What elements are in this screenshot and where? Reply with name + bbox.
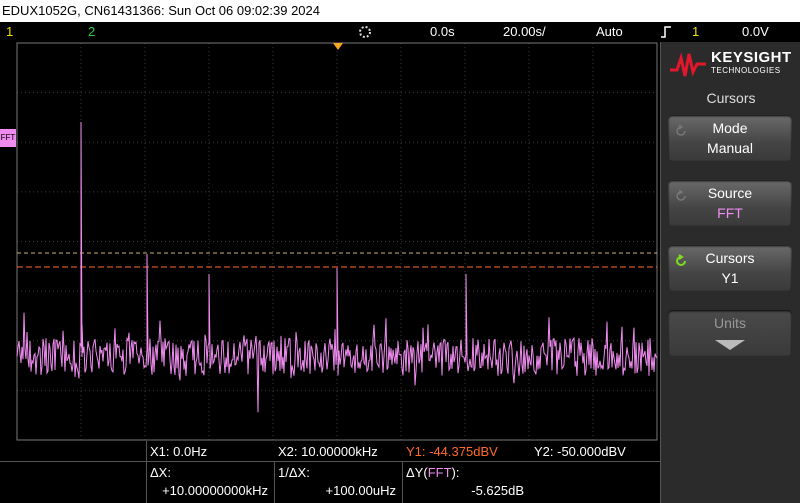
time-scale[interactable]: 20.00s/	[503, 22, 546, 42]
mode-value: Manual	[707, 140, 753, 156]
trigger-channel[interactable]: 1	[692, 22, 699, 42]
arrow-down-icon	[715, 340, 745, 350]
delta-y-label: ΔY(FFT):	[406, 465, 459, 480]
channel-1-label[interactable]: 1	[6, 22, 13, 42]
x2-readout: X2: 10.00000kHz	[278, 444, 378, 459]
inv-delta-x-value: +100.00uHz	[325, 483, 396, 498]
time-offset[interactable]: 0.0s	[430, 22, 455, 42]
fft-marker[interactable]: FFT	[0, 129, 16, 147]
y2-readout: Y2: -50.000dBV	[534, 444, 626, 459]
fft-marker-label: FFT	[0, 133, 16, 142]
delta-y-label-prefix: ΔY(	[406, 465, 428, 480]
source-label: Source	[707, 185, 753, 201]
softkey-panel: KEYSIGHT TECHNOLOGIES Cursors Mode Manua…	[660, 42, 800, 503]
cursors-label: Cursors	[705, 250, 755, 266]
source-value: FFT	[717, 205, 743, 221]
x1-readout: X1: 0.0Hz	[150, 444, 208, 459]
delta-x-label: ΔX:	[150, 465, 171, 480]
cursors-value: Y1	[721, 270, 739, 286]
graticule	[16, 42, 658, 441]
title-bar: EDUX1052G, CN61431366: Sun Oct 06 09:02:…	[0, 0, 800, 22]
trigger-level[interactable]: 0.0V	[742, 22, 769, 42]
delta-y-label-suffix: ):	[451, 465, 460, 480]
brand-name: KEYSIGHT	[711, 49, 792, 66]
keysight-logo: KEYSIGHT TECHNOLOGIES	[669, 48, 793, 82]
mode-label: Mode	[712, 120, 748, 136]
cursor-readout: X1: 0.0Hz X2: 10.00000kHz Y1: -44.375dBV…	[0, 441, 660, 503]
y1-readout: Y1: -44.375dBV	[406, 444, 498, 459]
delta-y-label-source: FFT	[427, 465, 452, 480]
menu-title: Cursors	[706, 90, 756, 106]
mode-softkey[interactable]: Mode Manual	[668, 115, 792, 161]
source-softkey[interactable]: Source FFT	[668, 180, 792, 226]
trigger-mode[interactable]: Auto	[596, 22, 623, 42]
cursors-softkey[interactable]: Cursors Y1	[668, 245, 792, 291]
channel-2-label[interactable]: 2	[88, 22, 95, 42]
delta-x-value: +10.00000000kHz	[162, 483, 268, 498]
status-bar: 1 2 0.0s 20.00s/ Auto 1 0.0V	[0, 22, 800, 42]
brand-sub: TECHNOLOGIES	[711, 66, 781, 75]
units-softkey[interactable]: Units	[668, 310, 792, 356]
title-text: EDUX1052G, CN61431366: Sun Oct 06 09:02:…	[2, 3, 320, 18]
waveform-display[interactable]: FFT	[0, 42, 660, 441]
inv-delta-x-label: 1/ΔX:	[278, 465, 310, 480]
delta-y-value: -5.625dB	[471, 483, 524, 498]
trigger-position-marker	[333, 43, 343, 50]
units-label: Units	[714, 315, 746, 331]
